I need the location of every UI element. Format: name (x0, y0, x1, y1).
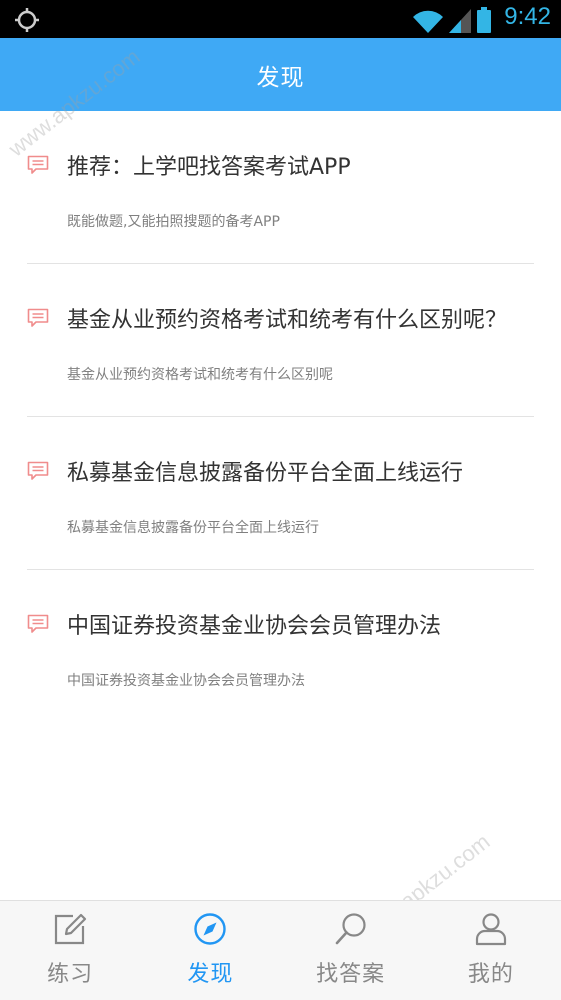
message-icon (27, 461, 49, 480)
message-icon (27, 308, 49, 327)
edit-icon (55, 913, 87, 945)
tab-label: 我的 (467, 962, 514, 987)
status-icons (413, 7, 491, 33)
tab-label: 找答案 (316, 962, 386, 987)
article-summary: 基金从业预约资格考试和统考有什么区别呢 (67, 367, 333, 383)
list-item[interactable]: 基金从业预约资格考试和统考有什么区别呢？ 基金从业预约资格考试和统考有什么区别呢 (27, 264, 534, 417)
tab-practice[interactable]: 练习 (0, 901, 140, 1000)
tab-label: 练习 (47, 962, 94, 987)
user-icon (475, 913, 506, 946)
message-icon (27, 155, 49, 174)
article-list: 推荐：上学吧找答案考试APP 既能做题,又能拍照搜题的备考APP 基金从业预约资… (0, 111, 561, 722)
search-icon (335, 913, 366, 945)
list-item[interactable]: 中国证券投资基金业协会会员管理办法 中国证券投资基金业协会会员管理办法 (27, 570, 534, 722)
list-item[interactable]: 推荐：上学吧找答案考试APP 既能做题,又能拍照搜题的备考APP (27, 111, 534, 264)
article-headline: 推荐：上学吧找答案考试APP (67, 155, 351, 180)
app-bar: 发现 (0, 38, 561, 111)
tab-find-answers[interactable]: 找答案 (281, 901, 421, 1000)
tab-label: 发现 (187, 962, 234, 987)
signal-icon (449, 9, 471, 33)
article-summary: 既能做题,又能拍照搜题的备考APP (67, 214, 280, 230)
bottom-tab-bar: 练习 发现 找答案 我的 (0, 900, 561, 1000)
battery-icon (477, 7, 491, 33)
status-bar: 9:42 (0, 0, 561, 38)
article-summary: 中国证券投资基金业协会会员管理办法 (67, 673, 305, 689)
status-time: 9:42 (504, 3, 551, 30)
article-headline: 基金从业预约资格考试和统考有什么区别呢？ (67, 308, 508, 333)
compass-icon (194, 913, 227, 945)
article-headline: 中国证券投资基金业协会会员管理办法 (67, 614, 442, 639)
gps-icon (15, 8, 39, 32)
article-headline: 私募基金信息披露备份平台全面上线运行 (67, 461, 464, 486)
tab-discover[interactable]: 发现 (140, 901, 280, 1000)
list-item[interactable]: 私募基金信息披露备份平台全面上线运行 私募基金信息披露备份平台全面上线运行 (27, 417, 534, 570)
tab-mine[interactable]: 我的 (421, 901, 561, 1000)
article-summary: 私募基金信息披露备份平台全面上线运行 (67, 520, 319, 536)
wifi-icon (413, 10, 443, 33)
message-icon (27, 614, 49, 633)
page-title: 发现 (256, 64, 305, 91)
